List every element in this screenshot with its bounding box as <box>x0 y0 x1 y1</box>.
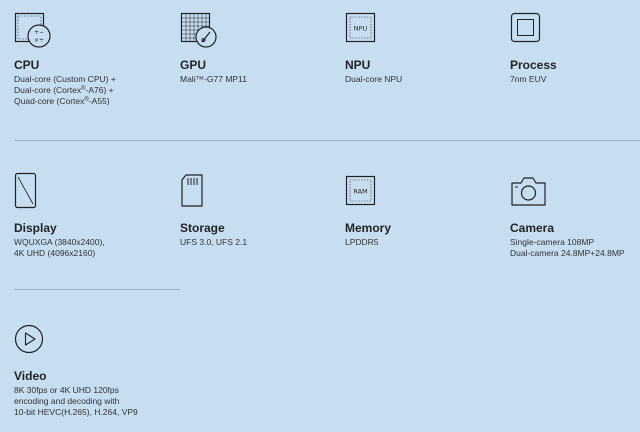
spec-description: Dual-core NPU <box>345 74 403 84</box>
svg-text:÷: ÷ <box>39 37 44 44</box>
spec-description: Dual-core (Custom CPU) + Dual-core (Cort… <box>14 74 116 106</box>
spec-description: UFS 3.0, UFS 2.1 <box>180 237 248 247</box>
storage-icon <box>180 172 218 210</box>
svg-text:−: − <box>39 29 44 36</box>
spec-title: Camera <box>510 221 555 235</box>
spec-title: Storage <box>180 221 225 235</box>
spec-description: Single-camera 108MP Dual-camera 24.8MP+2… <box>510 237 625 258</box>
spec-description: 7nm EUV <box>510 74 547 84</box>
spec-description: 8K 30fps or 4K UHD 120fps encoding and d… <box>14 385 138 417</box>
display-icon <box>14 172 52 210</box>
spec-title: NPU <box>345 58 371 72</box>
spec-title: CPU <box>14 58 40 72</box>
spec-title: Memory <box>345 221 392 235</box>
spec-description: LPDDR5 <box>345 237 379 247</box>
process-icon <box>510 12 548 50</box>
spec-description: Mali™-G77 MP11 <box>180 74 247 84</box>
spec-title: Video <box>14 369 47 383</box>
spec-title: GPU <box>180 58 207 72</box>
play-icon <box>14 324 46 356</box>
spec-title: Display <box>14 221 57 235</box>
svg-text:RAM: RAM <box>353 188 367 196</box>
spec-description: WQUXGA (3840x2400), 4K UHD (4096x2160) <box>14 237 105 258</box>
camera-icon <box>510 172 548 210</box>
cpu-icon: + − × ÷ <box>14 12 52 50</box>
ram-icon: RAM <box>345 172 383 210</box>
section-divider <box>14 140 640 141</box>
svg-text:NPU: NPU <box>354 25 368 33</box>
gpu-icon <box>180 12 218 50</box>
npu-icon: NPU <box>345 12 383 50</box>
section-divider <box>14 289 180 290</box>
spec-title: Process <box>510 58 557 72</box>
